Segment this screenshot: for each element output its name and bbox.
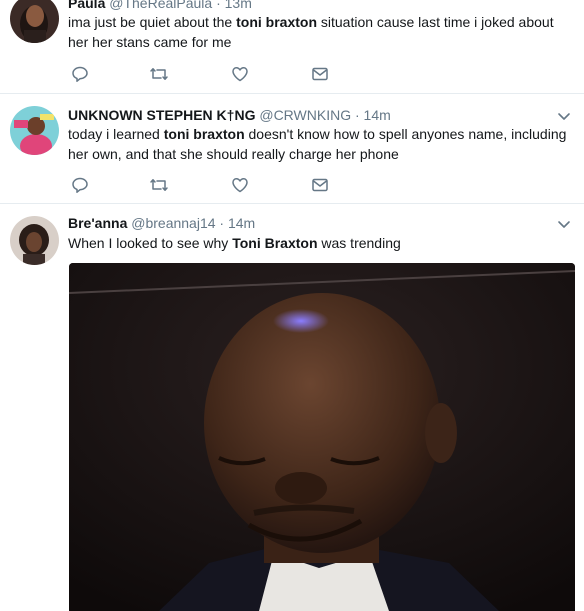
tweet-text-part: ima just be quiet about the [68,14,237,30]
avatar[interactable] [10,216,59,265]
retweet-button[interactable] [148,175,170,195]
tweet[interactable]: Paula @TheRealPaula · 13m ima just be qu… [0,0,584,94]
like-button[interactable] [229,175,251,195]
display-name[interactable]: UNKNOWN STEPHEN K†NG [68,107,255,123]
message-button[interactable] [309,175,331,195]
envelope-icon [312,67,328,81]
highlighted-term: toni braxton [236,14,317,30]
user-handle[interactable]: @TheRealPaula [109,0,212,11]
avatar[interactable] [10,106,59,155]
tweet-text-part: was trending [317,235,401,251]
highlighted-term: toni braxton [163,126,245,142]
tweet-text-part: When I looked to see why [68,235,233,251]
separator-dot: · [219,215,225,231]
chevron-down-icon [558,113,570,120]
tweet-header: Paula @TheRealPaula · 13m [68,0,252,12]
retweet-icon [150,179,168,191]
reply-button[interactable] [69,64,91,84]
user-handle[interactable]: @breannaj14 [131,215,215,231]
timestamp[interactable]: 14m [228,215,255,231]
separator-dot: · [216,0,221,11]
tweet-media-image[interactable] [69,263,575,611]
tweet-text: When I looked to see why Toni Braxton wa… [68,233,568,253]
display-name[interactable]: Bre'anna [68,215,127,231]
like-button[interactable] [229,64,251,84]
retweet-button[interactable] [148,64,170,84]
more-options-button[interactable] [556,108,572,124]
retweet-icon [150,68,168,80]
reply-button[interactable] [69,175,91,195]
envelope-icon [312,178,328,192]
heart-icon [232,67,248,82]
tweet-header: Bre'anna @breannaj14 · 14m [68,214,255,232]
tweet-text: ima just be quiet about the toni braxton… [68,12,568,52]
heart-icon [232,178,248,193]
message-button[interactable] [309,64,331,84]
timestamp[interactable]: 14m [364,107,391,123]
more-options-button[interactable] [556,216,572,232]
tweet-text: today i learned toni braxton doesn't kno… [68,124,568,164]
chevron-down-icon [558,221,570,228]
tweet-header: UNKNOWN STEPHEN K†NG @CRWNKING · 14m [68,106,391,124]
tweet-text-part: today i learned [68,126,164,142]
avatar[interactable] [10,0,59,43]
timestamp[interactable]: 13m [225,0,252,11]
highlighted-term: Toni Braxton [232,235,318,251]
user-handle[interactable]: @CRWNKING [259,107,351,123]
display-name[interactable]: Paula [68,0,105,11]
reply-icon [72,66,88,82]
separator-dot: · [354,107,360,123]
reply-icon [72,177,88,193]
tweet[interactable]: UNKNOWN STEPHEN K†NG @CRWNKING · 14m tod… [0,94,584,204]
